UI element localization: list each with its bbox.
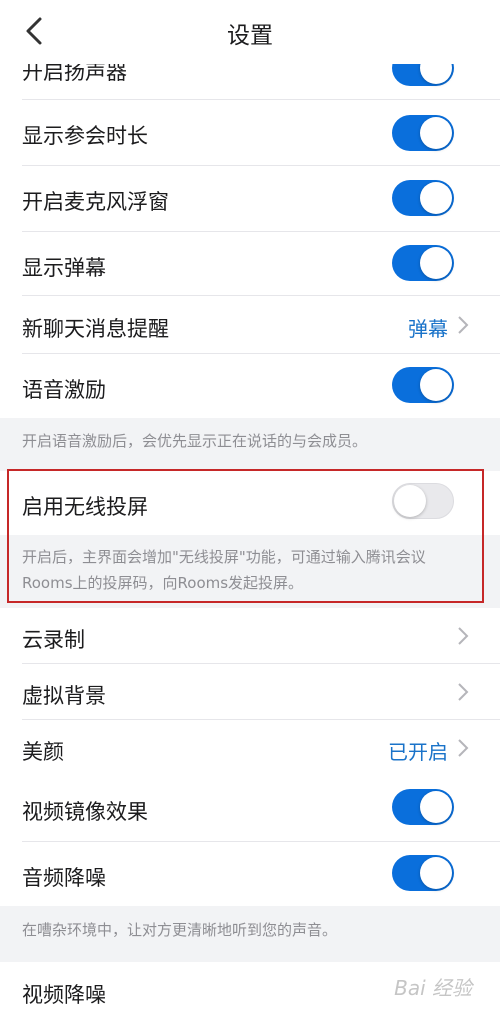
watermark-logo: Bai 经验 bbox=[394, 976, 472, 1000]
setting-row-cloud-rec[interactable]: 云录制 bbox=[0, 608, 500, 664]
wireless-note-line2: Rooms上的投屏码，向Rooms发起投屏。 bbox=[22, 574, 304, 592]
mic-float-label: 开启麦克风浮窗 bbox=[22, 190, 169, 214]
chevron-right-icon bbox=[458, 739, 469, 757]
toggle-knob bbox=[420, 369, 452, 401]
setting-row-audio-nr: 音频降噪 bbox=[0, 842, 500, 906]
chevron-right-icon bbox=[458, 683, 469, 701]
setting-row-beauty[interactable]: 美颜 已开启 bbox=[0, 720, 500, 776]
mic-float-toggle[interactable] bbox=[392, 180, 454, 216]
mirror-toggle[interactable] bbox=[392, 789, 454, 825]
chat-alert-label: 新聊天消息提醒 bbox=[22, 317, 169, 341]
wireless-toggle[interactable] bbox=[392, 483, 454, 519]
setting-row-mic-float: 开启麦克风浮窗 bbox=[0, 166, 500, 232]
voice-stim-toggle[interactable] bbox=[392, 367, 454, 403]
setting-row-chat-alert[interactable]: 新聊天消息提醒 弹幕 bbox=[0, 296, 500, 354]
toggle-knob bbox=[420, 117, 452, 149]
cloud-rec-label: 云录制 bbox=[22, 628, 85, 652]
barrage-toggle[interactable] bbox=[392, 245, 454, 281]
voice-stim-note: 开启语音激励后，会优先显示正在说话的与会成员。 bbox=[22, 432, 368, 450]
chevron-right-icon bbox=[458, 627, 469, 645]
wireless-note: 开启后，主界面会增加"无线投屏"功能，可通过输入腾讯会议 Rooms上的投屏码，… bbox=[0, 544, 500, 596]
audio-nr-label: 音频降噪 bbox=[22, 866, 106, 890]
toggle-knob bbox=[394, 485, 426, 517]
beauty-value: 已开启 bbox=[388, 740, 448, 764]
chat-alert-value: 弹幕 bbox=[408, 317, 448, 341]
setting-row-virtual-bg[interactable]: 虚拟背景 bbox=[0, 664, 500, 720]
page-title: 设置 bbox=[227, 23, 273, 49]
audio-nr-toggle[interactable] bbox=[392, 855, 454, 891]
setting-row-barrage: 显示弹幕 bbox=[0, 232, 500, 296]
setting-row-duration: 显示参会时长 bbox=[0, 100, 500, 166]
wireless-note-line1: 开启后，主界面会增加"无线投屏"功能，可通过输入腾讯会议 bbox=[22, 548, 426, 566]
chevron-right-icon bbox=[458, 316, 469, 334]
nav-bar: 设置 bbox=[0, 0, 500, 64]
wireless-label: 启用无线投屏 bbox=[22, 495, 148, 519]
toggle-knob bbox=[420, 182, 452, 214]
toggle-knob bbox=[420, 791, 452, 823]
toggle-knob bbox=[420, 247, 452, 279]
setting-row-voice-stim: 语音激励 bbox=[0, 354, 500, 418]
barrage-label: 显示弹幕 bbox=[22, 256, 106, 280]
toggle-knob bbox=[420, 857, 452, 889]
video-nr-label: 视频降噪 bbox=[22, 983, 106, 1007]
audio-nr-note: 在嘈杂环境中，让对方更清晰地听到您的声音。 bbox=[22, 921, 338, 939]
mirror-label: 视频镜像效果 bbox=[22, 800, 148, 824]
duration-label: 显示参会时长 bbox=[22, 124, 148, 148]
virtual-bg-label: 虚拟背景 bbox=[22, 684, 106, 708]
beauty-label: 美颜 bbox=[22, 740, 64, 764]
voice-stim-label: 语音激励 bbox=[22, 378, 106, 402]
setting-row-wireless: 启用无线投屏 bbox=[0, 471, 500, 535]
setting-row-mirror: 视频镜像效果 bbox=[0, 776, 500, 842]
duration-toggle[interactable] bbox=[392, 115, 454, 151]
